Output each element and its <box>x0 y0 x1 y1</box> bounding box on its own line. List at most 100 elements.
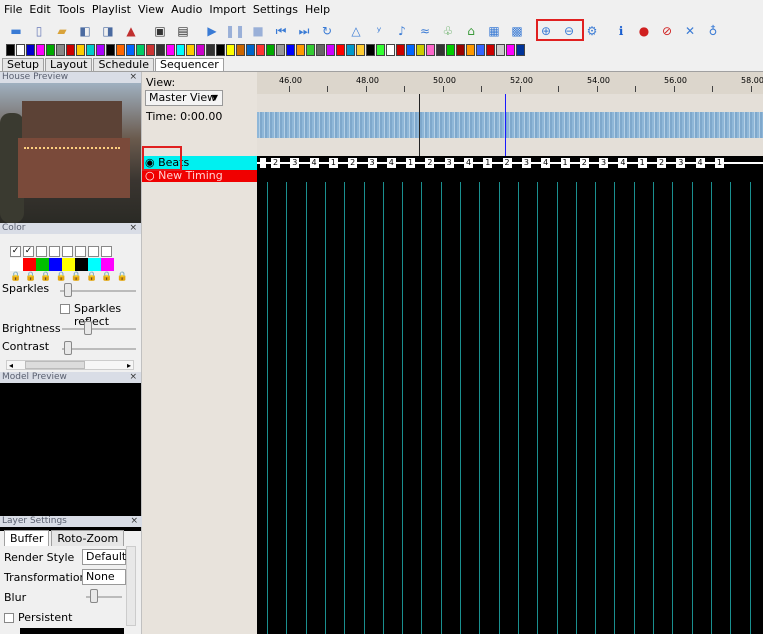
effect-icon[interactable] <box>456 44 465 56</box>
effect-icon[interactable] <box>436 44 445 56</box>
play-icon[interactable]: ▶ <box>202 21 222 41</box>
new-file-icon[interactable]: ▯ <box>29 21 49 41</box>
beat-label[interactable]: 2 <box>579 158 589 168</box>
effect-icon[interactable] <box>66 44 75 56</box>
palette-swatch[interactable] <box>62 258 75 271</box>
save-icon[interactable]: ◧ <box>75 21 95 41</box>
palette-checkbox[interactable] <box>75 246 86 257</box>
effect-icon[interactable] <box>116 44 125 56</box>
effect-icon[interactable] <box>36 44 45 56</box>
transformation-dropdown[interactable]: None <box>82 569 126 585</box>
effect-icon[interactable] <box>376 44 385 56</box>
effect-icon[interactable] <box>46 44 55 56</box>
menu-audio[interactable]: Audio <box>171 3 202 16</box>
beat-label[interactable]: 4 <box>464 158 473 168</box>
effect-icon[interactable] <box>346 44 355 56</box>
paste-by-cell-icon[interactable]: ▤ <box>173 21 193 41</box>
menu-help[interactable]: Help <box>305 3 330 16</box>
effect-icon[interactable] <box>476 44 485 56</box>
brightness-slider[interactable] <box>84 321 92 335</box>
beat-label[interactable]: 4 <box>386 158 396 168</box>
last-frame-icon[interactable]: ⏭ <box>294 21 314 41</box>
beat-marker[interactable] <box>260 158 266 168</box>
beat-label[interactable]: 3 <box>676 158 686 168</box>
effect-icon[interactable] <box>326 44 335 56</box>
palette-swatch[interactable] <box>75 258 88 271</box>
tab-schedule[interactable]: Schedule <box>93 58 154 71</box>
render-style-dropdown[interactable]: Default <box>82 549 126 565</box>
effect-icon[interactable] <box>206 44 215 56</box>
effect-icon[interactable] <box>256 44 265 56</box>
palette-checkbox[interactable] <box>36 246 47 257</box>
palette-swatch[interactable] <box>49 258 62 271</box>
close-icon[interactable]: × <box>129 223 137 234</box>
palette-checkbox[interactable] <box>88 246 99 257</box>
effect-icon[interactable] <box>186 44 195 56</box>
effect-icon[interactable] <box>406 44 415 56</box>
effect-icon[interactable] <box>136 44 145 56</box>
effect-icon[interactable] <box>176 44 185 56</box>
palette-checkbox[interactable] <box>62 246 73 257</box>
lightbulb-icon[interactable]: ♁ <box>703 21 723 41</box>
effect-icon[interactable] <box>166 44 175 56</box>
effect-icon[interactable] <box>316 44 325 56</box>
beat-label[interactable]: 4 <box>695 158 705 168</box>
tab-sequencer[interactable]: Sequencer <box>155 58 224 71</box>
info-icon[interactable]: ℹ <box>611 21 631 41</box>
stop-icon[interactable]: ■ <box>248 21 268 41</box>
beats-track[interactable]: 234123412341234123412341 <box>257 156 763 170</box>
effect-icon[interactable] <box>146 44 155 56</box>
palette-swatch[interactable] <box>101 258 114 271</box>
effect-icon[interactable] <box>16 44 25 56</box>
beat-label[interactable]: 3 <box>599 158 609 168</box>
new-timing-track[interactable] <box>257 170 763 182</box>
effect-icon[interactable] <box>76 44 85 56</box>
beat-label[interactable]: 2 <box>425 158 435 168</box>
effect-icon[interactable] <box>96 44 105 56</box>
tab-buffer[interactable]: Buffer <box>4 530 50 546</box>
tab-roto-zoom[interactable]: Roto-Zoom <box>51 530 125 546</box>
house-icon[interactable]: ⌂ <box>461 21 481 41</box>
play-cursor[interactable] <box>505 94 506 156</box>
effect-icon[interactable] <box>496 44 505 56</box>
menu-view[interactable]: View <box>138 3 164 16</box>
beat-label[interactable]: 3 <box>367 158 377 168</box>
beat-label[interactable]: 2 <box>348 158 358 168</box>
effect-icon[interactable] <box>156 44 165 56</box>
effect-icon[interactable] <box>366 44 375 56</box>
palette-checkbox[interactable]: ✓ <box>10 246 21 257</box>
menu-settings[interactable]: Settings <box>253 3 298 16</box>
paste-by-time-icon[interactable]: ▣ <box>150 21 170 41</box>
effect-icon[interactable] <box>486 44 495 56</box>
blur-slider[interactable] <box>90 589 98 603</box>
effect-icon[interactable] <box>196 44 205 56</box>
close-icon[interactable]: × <box>129 372 137 383</box>
palette-checkbox[interactable] <box>49 246 60 257</box>
scroll-left-icon[interactable]: ◂ <box>9 361 13 370</box>
tree-icon[interactable]: ♧ <box>438 21 458 41</box>
effect-icon[interactable] <box>296 44 305 56</box>
beat-label[interactable]: 1 <box>406 158 416 168</box>
palette-swatch[interactable] <box>10 258 23 271</box>
scroll-right-icon[interactable]: ▸ <box>127 361 131 370</box>
music-icon[interactable]: ♪ <box>392 21 412 41</box>
beat-label[interactable]: 1 <box>714 158 724 168</box>
save-as-icon[interactable]: ◨ <box>98 21 118 41</box>
beat-label[interactable]: 2 <box>502 158 512 168</box>
effect-icon[interactable] <box>236 44 245 56</box>
effect-icon[interactable] <box>336 44 345 56</box>
tab-layout[interactable]: Layout <box>45 58 93 71</box>
effect-icon[interactable] <box>6 44 15 56</box>
sparkles-reflect-checkbox[interactable] <box>60 304 70 314</box>
effect-icon[interactable] <box>426 44 435 56</box>
color-panel-scrollbar[interactable]: ◂ ▸ <box>6 360 134 370</box>
beat-label[interactable]: 1 <box>637 158 647 168</box>
replay-icon[interactable]: ↻ <box>317 21 337 41</box>
beat-label[interactable]: 4 <box>618 158 628 168</box>
close-icon[interactable]: × <box>130 516 138 527</box>
effect-icon[interactable] <box>446 44 455 56</box>
persistent-checkbox[interactable] <box>4 613 14 623</box>
beat-label[interactable]: 1 <box>483 158 493 168</box>
effect-icon[interactable] <box>416 44 425 56</box>
effect-icon[interactable] <box>466 44 475 56</box>
